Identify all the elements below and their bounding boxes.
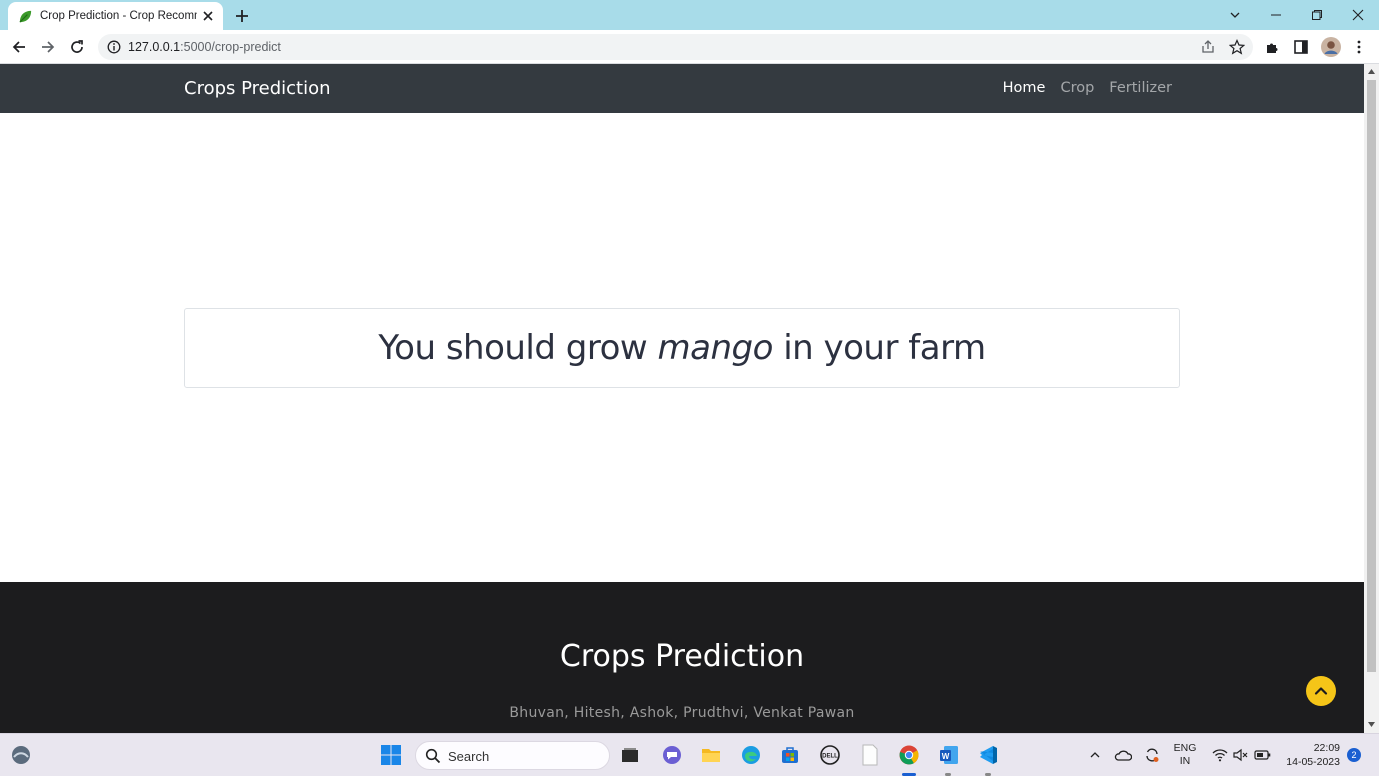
- show-hidden-icons-icon[interactable]: [1082, 742, 1108, 768]
- site-footer: Crops Prediction Bhuvan, Hitesh, Ashok, …: [0, 582, 1364, 733]
- tab-search-icon[interactable]: [1223, 4, 1247, 26]
- footer-title: Crops Prediction: [559, 639, 805, 674]
- search-icon: [425, 748, 441, 764]
- back-icon[interactable]: [8, 36, 30, 58]
- windows-taskbar: Search DELL W ENG IN 22:09 14-05-2023 2: [0, 733, 1379, 776]
- url-host: 127.0.0.1: [128, 40, 181, 54]
- input-language[interactable]: ENG IN: [1170, 742, 1200, 768]
- browser-tabstrip: Crop Prediction - Crop Recomme: [0, 0, 1379, 30]
- edge-browser-icon[interactable]: [738, 742, 764, 768]
- side-panel-icon[interactable]: [1290, 36, 1312, 58]
- predicted-crop: mango: [657, 328, 774, 368]
- footer-authors: Bhuvan, Hitesh, Ashok, Prudthvi, Venkat …: [509, 705, 855, 721]
- url-text: 127.0.0.1:5000/crop-predict: [128, 40, 281, 54]
- chevron-up-icon: [1314, 687, 1328, 695]
- start-icon[interactable]: [378, 742, 404, 768]
- page-scrollbar[interactable]: [1364, 64, 1379, 733]
- nav-link-home[interactable]: Home: [1003, 80, 1046, 96]
- scrollbar-thumb[interactable]: [1367, 80, 1376, 672]
- clock-time: 22:09: [1313, 742, 1340, 754]
- new-tab-icon[interactable]: [232, 6, 252, 26]
- browser-menu-icon[interactable]: [1348, 36, 1370, 58]
- notepad-icon[interactable]: [857, 742, 883, 768]
- page-viewport: Crops Prediction Home Crop Fertilizer Yo…: [0, 64, 1364, 733]
- bookmark-star-icon[interactable]: [1229, 39, 1245, 55]
- chrome-icon[interactable]: [896, 742, 922, 768]
- task-view-icon[interactable]: [617, 742, 643, 768]
- taskbar-clock[interactable]: 22:09 14-05-2023: [1280, 741, 1340, 769]
- battery-icon[interactable]: [1250, 742, 1276, 768]
- restore-icon[interactable]: [1305, 4, 1329, 26]
- browser-toolbar: 127.0.0.1:5000/crop-predict: [0, 30, 1379, 64]
- taskbar-search-label: Search: [448, 749, 490, 764]
- share-icon[interactable]: [1200, 39, 1216, 55]
- clock-date: 14-05-2023: [1286, 756, 1340, 768]
- sync-icon[interactable]: [1139, 742, 1165, 768]
- nav-link-fertilizer[interactable]: Fertilizer: [1109, 80, 1172, 96]
- result-prefix: You should grow: [378, 328, 658, 368]
- vscode-icon[interactable]: [975, 742, 1001, 768]
- prediction-result-card: You should grow mango in your farm: [184, 308, 1180, 388]
- close-window-icon[interactable]: [1346, 4, 1370, 26]
- close-tab-icon[interactable]: [201, 9, 215, 23]
- minimize-icon[interactable]: [1264, 4, 1288, 26]
- site-info-icon[interactable]: [107, 40, 121, 54]
- taskbar-search-box[interactable]: Search: [415, 741, 610, 770]
- microsoft-store-icon[interactable]: [777, 742, 803, 768]
- url-path: :5000/crop-predict: [180, 40, 281, 54]
- word-icon[interactable]: W: [936, 742, 962, 768]
- svg-text:DELL: DELL: [822, 754, 838, 760]
- site-navbar: Crops Prediction Home Crop Fertilizer: [0, 64, 1364, 113]
- dell-app-icon[interactable]: DELL: [817, 742, 843, 768]
- widgets-icon[interactable]: [8, 742, 34, 768]
- profile-avatar[interactable]: [1320, 36, 1342, 58]
- teams-chat-icon[interactable]: [659, 742, 685, 768]
- scroll-to-top-button[interactable]: [1306, 676, 1336, 706]
- prediction-result-text: You should grow mango in your farm: [378, 328, 986, 368]
- language-code: ENG: [1173, 742, 1197, 754]
- result-suffix: in your farm: [772, 328, 986, 368]
- nav-links: Home Crop Fertilizer: [1003, 80, 1172, 96]
- browser-tab[interactable]: Crop Prediction - Crop Recomme: [8, 2, 223, 30]
- file-explorer-icon[interactable]: [698, 742, 724, 768]
- leaf-favicon-icon: [19, 10, 32, 23]
- scroll-up-arrow-icon[interactable]: [1367, 67, 1376, 76]
- scroll-down-arrow-icon[interactable]: [1367, 720, 1376, 729]
- address-bar[interactable]: 127.0.0.1:5000/crop-predict: [98, 34, 1253, 60]
- region-code: IN: [1179, 755, 1191, 767]
- nav-link-crop[interactable]: Crop: [1060, 80, 1094, 96]
- svg-text:W: W: [942, 752, 950, 761]
- reload-icon[interactable]: [66, 36, 88, 58]
- forward-icon[interactable]: [37, 36, 59, 58]
- extensions-icon[interactable]: [1262, 36, 1284, 58]
- tab-title: Crop Prediction - Crop Recomme: [40, 10, 197, 22]
- notification-badge[interactable]: 2: [1347, 748, 1361, 762]
- navbar-brand[interactable]: Crops Prediction: [184, 78, 331, 99]
- onedrive-icon[interactable]: [1110, 742, 1136, 768]
